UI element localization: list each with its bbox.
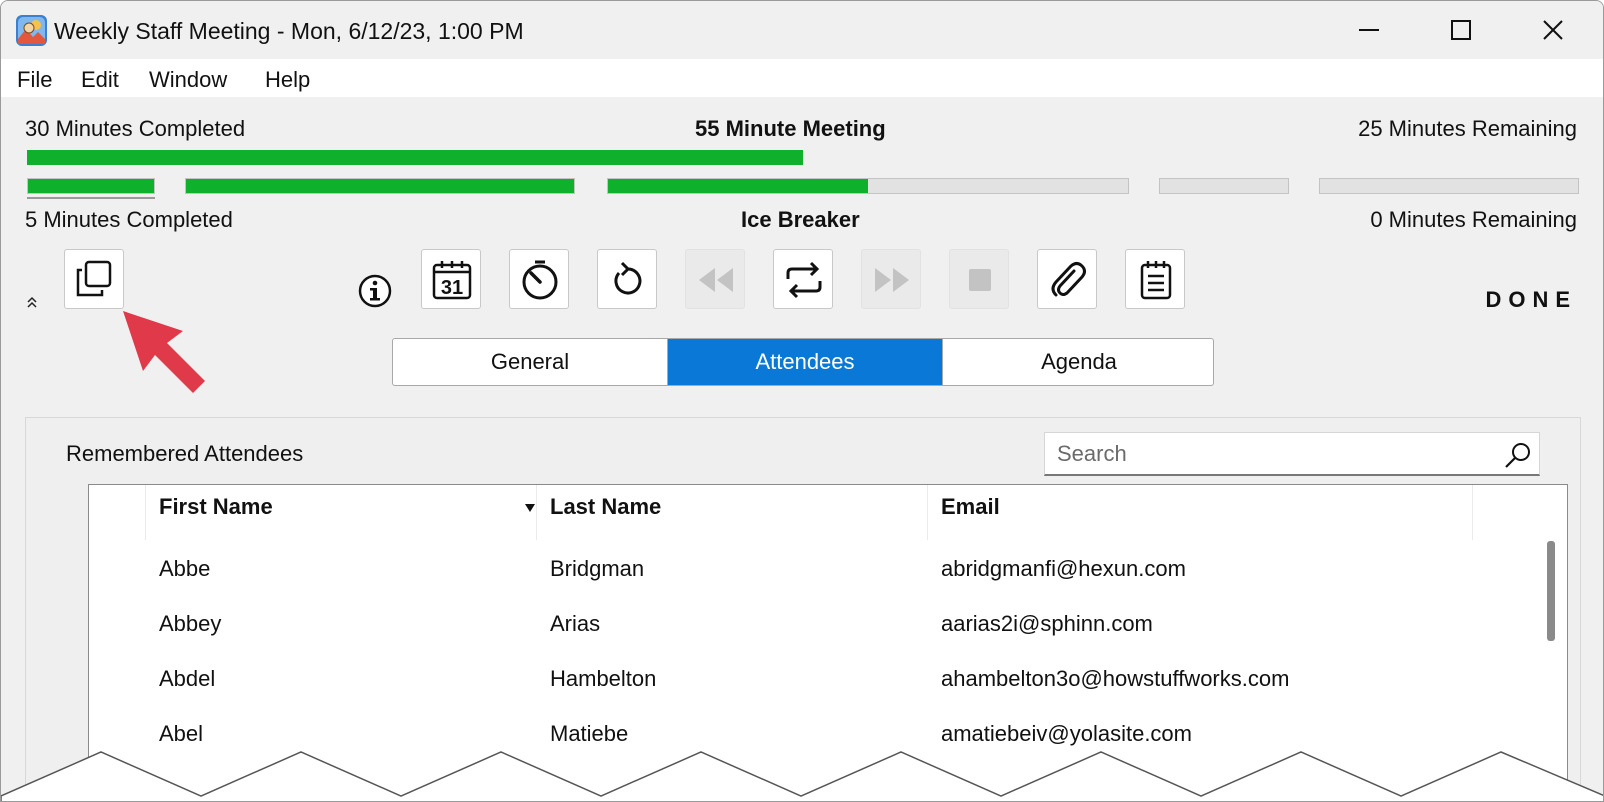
app-window: Weekly Staff Meeting - Mon, 6/12/23, 1:0… [0,0,1604,802]
torn-edge-decoration [1,751,1603,801]
